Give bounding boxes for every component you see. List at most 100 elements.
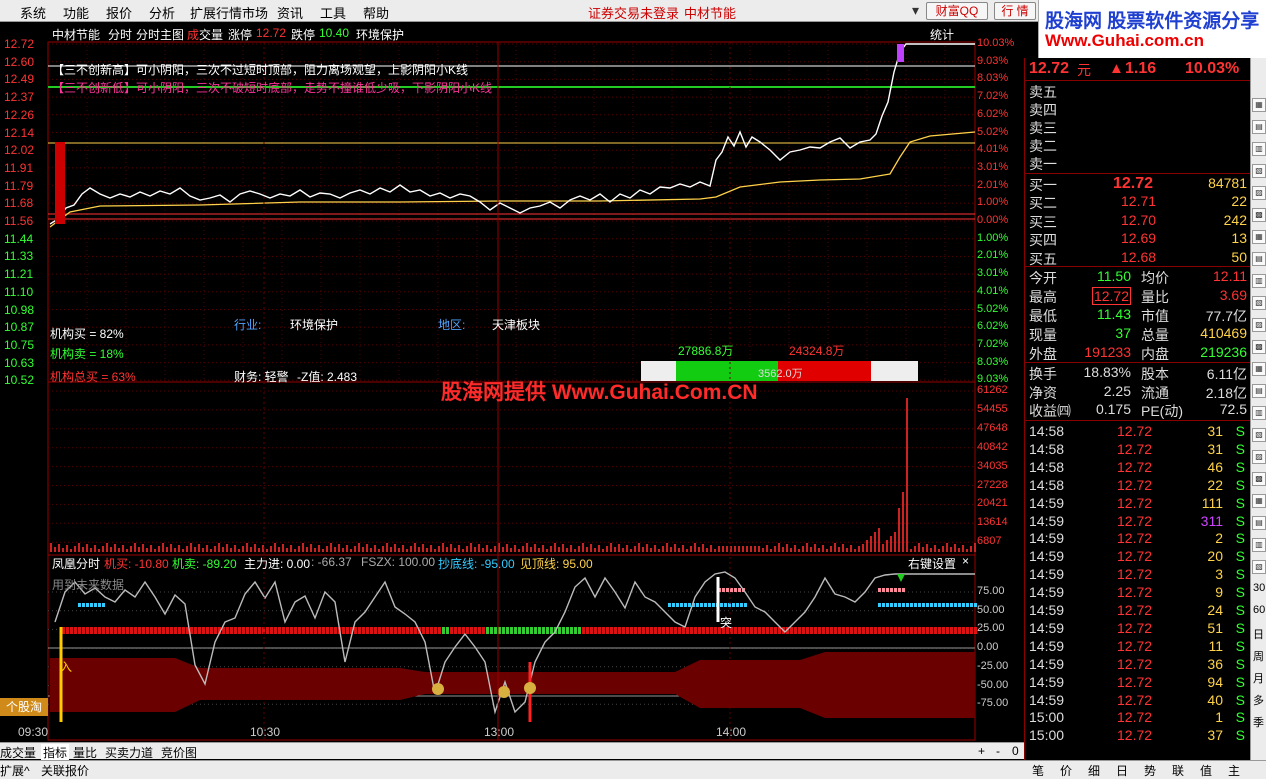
limit-up-label: 涨停 (228, 28, 253, 42)
tab-volume-ratio[interactable]: 量比 (73, 744, 97, 761)
toolbar-icon-11[interactable]: ▨ (1252, 318, 1266, 332)
tab-auction[interactable]: 竞价图 (161, 744, 197, 761)
tab-extension[interactable]: 扩展^ (0, 762, 30, 779)
buy-level-row[interactable]: 买四 12.69 13 (1025, 230, 1251, 248)
stat-label: 市值 (1141, 308, 1169, 324)
toolbar-icon-22[interactable]: ▧ (1252, 560, 1266, 574)
toolbar-icon-19[interactable]: ▦ (1252, 494, 1266, 508)
toolbar-30[interactable]: 30 (1253, 582, 1265, 594)
toolbar-icon-2[interactable]: ▤ (1252, 120, 1266, 134)
toolbar-icon-3[interactable]: ▥ (1252, 142, 1266, 156)
toolbar-icon-14[interactable]: ▤ (1252, 384, 1266, 398)
toolbar-day[interactable]: 日 (1253, 626, 1264, 642)
toolbar-60[interactable]: 60 (1253, 604, 1265, 616)
tab-indicator[interactable]: 指标 (41, 744, 70, 761)
quote-tab[interactable]: 值 (1200, 762, 1212, 779)
buy-level-row[interactable]: 买五 12.68 50 (1025, 249, 1251, 267)
zoom-out-button[interactable]: - (996, 744, 1000, 758)
tick-price: 12.72 (1117, 691, 1153, 708)
toolbar-icon-8[interactable]: ▤ (1252, 252, 1266, 266)
menu-ext-market[interactable]: 扩展行情市场 (190, 3, 268, 22)
stat-label: 总量 (1141, 327, 1169, 343)
tab-intraday[interactable]: 分时 (108, 26, 132, 43)
down-arrow-icon (897, 574, 905, 582)
toolbar-icon-18[interactable]: ▩ (1252, 472, 1266, 486)
stat-label: 量比 (1141, 289, 1169, 305)
toolbar-icon-6[interactable]: ▩ (1252, 208, 1266, 222)
quote-tab[interactable]: 日 (1116, 762, 1128, 779)
tick-side: S (1235, 494, 1245, 511)
tab-buy-sell-force[interactable]: 买卖力道 (105, 744, 153, 761)
toolbar-icon-1[interactable]: ▦ (1252, 98, 1266, 112)
toolbar-multi[interactable]: 多 (1253, 692, 1264, 708)
menu-help[interactable]: 帮助 (363, 3, 389, 22)
tab-main-chart[interactable]: 分时主图 (136, 26, 184, 43)
toolbar-icon-17[interactable]: ▨ (1252, 450, 1266, 464)
stats-button[interactable]: 统计 (930, 26, 954, 43)
pct-tick-label: 0.00% (977, 214, 1009, 226)
zoom-in-button[interactable]: + (978, 744, 985, 758)
toolbar-icon-16[interactable]: ▧ (1252, 428, 1266, 442)
menu-news[interactable]: 资讯 (277, 3, 303, 22)
buy-level-volume: 242 (1223, 211, 1247, 228)
quote-tab[interactable]: 联 (1172, 762, 1184, 779)
toolbar-icon-21[interactable]: ▥ (1252, 538, 1266, 552)
tick-volume: 9 (1215, 584, 1223, 601)
sell-level-label: 卖五 (1029, 84, 1057, 100)
sell-level-row[interactable]: 卖三 (1025, 118, 1251, 136)
zoom-reset-button[interactable]: 0 (1012, 744, 1019, 758)
indicator-name[interactable]: 凤凰分时 (52, 555, 100, 572)
menu-function[interactable]: 功能 (63, 3, 89, 22)
quote-tab[interactable]: 价 (1060, 762, 1072, 779)
login-status[interactable]: 证券交易未登录 (588, 3, 679, 22)
toolbar-icon-7[interactable]: ▦ (1252, 230, 1266, 244)
toolbar-icon-13[interactable]: ▦ (1252, 362, 1266, 376)
toolbar-month[interactable]: 月 (1253, 670, 1264, 686)
tick-time: 14:59 (1029, 691, 1065, 708)
wealth-qq-button[interactable]: 财富QQ (926, 2, 988, 20)
buy-level-row[interactable]: 买三 12.70 242 (1025, 212, 1251, 230)
tick-side: S (1235, 619, 1245, 636)
toolbar-icon-12[interactable]: ▩ (1252, 340, 1266, 354)
toolbar-icon-9[interactable]: ▥ (1252, 274, 1266, 288)
tab-volume[interactable]: 成交量 (0, 744, 36, 761)
quote-tab[interactable]: 笔 (1032, 762, 1044, 779)
toolbar-week[interactable]: 周 (1253, 648, 1264, 664)
menu-analysis[interactable]: 分析 (149, 3, 175, 22)
menu-quote[interactable]: 报价 (106, 3, 132, 22)
dropdown-arrow-icon[interactable]: ▾ (912, 2, 919, 19)
menu-system[interactable]: 系统 (20, 3, 46, 22)
toolbar-icon-4[interactable]: ▧ (1252, 164, 1266, 178)
buy-level-row[interactable]: 买二 12.71 22 (1025, 193, 1251, 211)
limit-down-value: 10.40 (319, 26, 350, 40)
buy-level-row[interactable]: 买一 12.72 84781 (1025, 175, 1251, 193)
menu-tools[interactable]: 工具 (320, 3, 346, 22)
inst-buy: 机构买 = 82% (50, 327, 124, 341)
tick-row: 14:59 12.72 40 S (1025, 692, 1251, 710)
quote-tab[interactable]: 细 (1088, 762, 1100, 779)
tab-related-quotes[interactable]: 关联报价 (41, 762, 89, 779)
toolbar-icon-10[interactable]: ▧ (1252, 296, 1266, 310)
intraday-chart-panel[interactable]: 中材节能 分时 分时主图 成 交量 涨停 12.72 跌停 10.40 环境保护… (0, 22, 1024, 742)
stock-picker-button[interactable]: 个股淘 (0, 698, 48, 716)
industry-label: 行业: (234, 318, 262, 332)
quote-tab[interactable]: 主 (1228, 762, 1240, 779)
sell-level-row[interactable]: 卖五 (1025, 82, 1251, 100)
sell-level-row[interactable]: 卖二 (1025, 136, 1251, 154)
tick-time: 14:58 (1029, 423, 1065, 439)
indicator-settings[interactable]: 右键设置 (908, 555, 956, 572)
sell-level-row[interactable]: 卖一 (1025, 154, 1251, 172)
toolbar-icon-15[interactable]: ▥ (1252, 406, 1266, 420)
tick-row: 14:58 12.72 31 S (1025, 423, 1251, 441)
toolbar-quarter[interactable]: 季 (1253, 714, 1264, 730)
stat-value: 12.72 (1091, 287, 1131, 305)
stat-value: 77.7亿 (1205, 308, 1247, 324)
toolbar-icon-5[interactable]: ▨ (1252, 186, 1266, 200)
indicator-close-icon[interactable]: × (962, 554, 969, 568)
sell-level-row[interactable]: 卖四 (1025, 100, 1251, 118)
market-button[interactable]: 行 情 (994, 2, 1036, 20)
indicator-tabs: 成交量 指标 量比 买卖力道 竞价图 + - 0 (0, 742, 1024, 761)
toolbar-icon-20[interactable]: ▤ (1252, 516, 1266, 530)
break-mark: 突 (720, 616, 733, 630)
quote-tab[interactable]: 势 (1144, 762, 1156, 779)
